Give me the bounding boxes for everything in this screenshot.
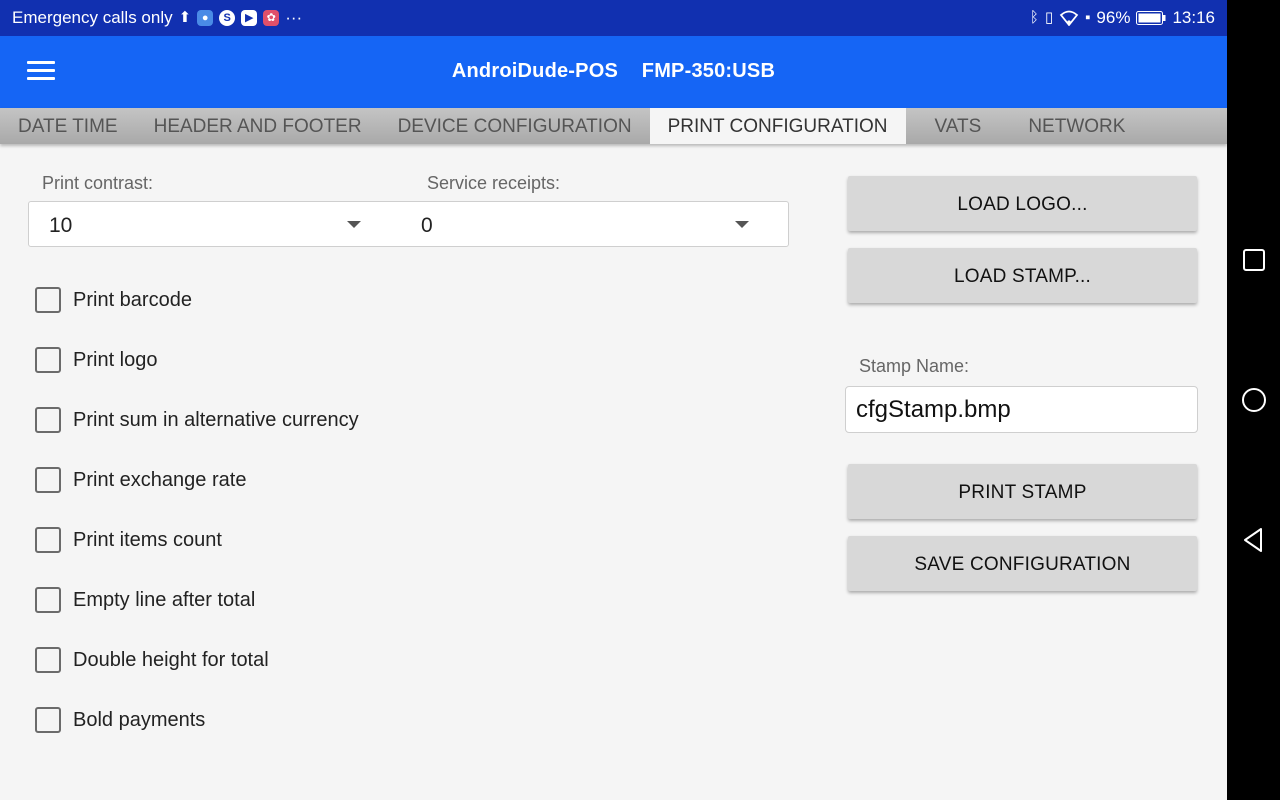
tab-bar: DATE TIME HEADER AND FOOTER DEVICE CONFI… [0,108,1227,144]
checkbox-label: Bold payments [73,708,206,731]
double-height-total-checkbox[interactable]: Double height for total [35,646,269,674]
spinner-group: 10 0 [28,201,789,247]
print-sum-alt-currency-checkbox[interactable]: Print sum in alternative currency [35,406,359,434]
app-screen: Emergency calls only ⬆ ● S ▶ ✿ ··· ᛒ ▯ ▪… [0,0,1227,800]
sim-icon: ▪ [1085,9,1091,26]
service-receipts-value: 0 [421,214,433,237]
carrier-text: Emergency calls only [12,8,173,27]
empty-line-after-total-checkbox[interactable]: Empty line after total [35,586,255,614]
service-receipts-label: Service receipts: [427,173,561,193]
navigation-bar [1227,0,1280,800]
tab-print-configuration[interactable]: PRINT CONFIGURATION [649,108,906,144]
checkbox-icon [35,407,61,433]
tab-header-and-footer[interactable]: HEADER AND FOOTER [136,108,380,144]
checkbox-label: Print items count [73,528,222,551]
app-notification-icon: ● [197,10,214,26]
checkbox-label: Print exchange rate [73,468,247,491]
battery-percent: 96% [1096,8,1131,27]
tab-device-configuration[interactable]: DEVICE CONFIGURATION [380,108,650,144]
clock: 13:16 [1172,8,1215,27]
bluetooth-icon: ᛒ [1029,9,1039,26]
load-stamp-button[interactable]: LOAD STAMP... [848,248,1197,303]
tab-vats[interactable]: VATS [906,108,1011,144]
checkbox-icon [35,587,61,613]
home-icon[interactable] [1240,386,1268,414]
tab-network[interactable]: NETWORK [1010,108,1143,144]
checkbox-label: Print logo [73,348,158,371]
print-logo-checkbox[interactable]: Print logo [35,346,158,374]
checkbox-label: Print sum in alternative currency [73,408,359,431]
checkbox-label: Print barcode [73,288,192,311]
wifi-icon [1059,10,1079,26]
save-configuration-button[interactable]: SAVE CONFIGURATION [848,536,1197,591]
stamp-name-input[interactable] [845,386,1198,433]
checkbox-label: Empty line after total [73,588,256,611]
print-barcode-checkbox[interactable]: Print barcode [35,286,192,314]
checkbox-icon [35,647,61,673]
print-contrast-dropdown[interactable]: 10 [29,202,409,246]
checkbox-label: Double height for total [73,648,269,671]
checkbox-icon [35,287,61,313]
bold-payments-checkbox[interactable]: Bold payments [35,706,205,734]
print-contrast-value: 10 [49,214,73,237]
back-icon[interactable] [1240,526,1268,554]
device-name: FMP-350:USB [641,60,776,82]
vibrate-icon: ▯ [1044,9,1054,26]
checkbox-icon [35,707,61,733]
huawei-icon: ✿ [263,10,280,26]
checkbox-icon [35,527,61,553]
dropdown-arrow-icon [735,221,749,228]
stamp-name-label: Stamp Name: [859,356,970,376]
print-contrast-label: Print contrast: [42,173,154,193]
recent-apps-icon[interactable] [1240,246,1268,274]
app-bar: AndroiDude-POS FMP-350:USB [0,36,1227,108]
upload-icon: ⬆ [178,9,192,26]
print-items-count-checkbox[interactable]: Print items count [35,526,222,554]
tab-date-time[interactable]: DATE TIME [0,108,136,144]
checkbox-icon [35,347,61,373]
app-name: AndroiDude-POS [451,60,619,82]
service-receipts-dropdown[interactable]: 0 [409,202,789,246]
load-logo-button[interactable]: LOAD LOGO... [848,176,1197,231]
dropdown-arrow-icon [347,221,361,228]
more-notifications-icon: ··· [285,8,303,27]
print-stamp-button[interactable]: PRINT STAMP [848,464,1197,519]
status-bar-right: ᛒ ▯ ▪ 96% 13:16 [1030,8,1215,28]
app-title: AndroiDude-POS FMP-350:USB [0,60,1227,83]
status-bar: Emergency calls only ⬆ ● S ▶ ✿ ··· ᛒ ▯ ▪… [0,0,1227,36]
battery-icon [1136,11,1166,25]
print-exchange-rate-checkbox[interactable]: Print exchange rate [35,466,246,494]
skype-icon: S [219,10,236,26]
checkbox-icon [35,467,61,493]
youtube-icon: ▶ [241,10,258,26]
status-bar-left: Emergency calls only ⬆ ● S ▶ ✿ ··· [12,8,302,28]
